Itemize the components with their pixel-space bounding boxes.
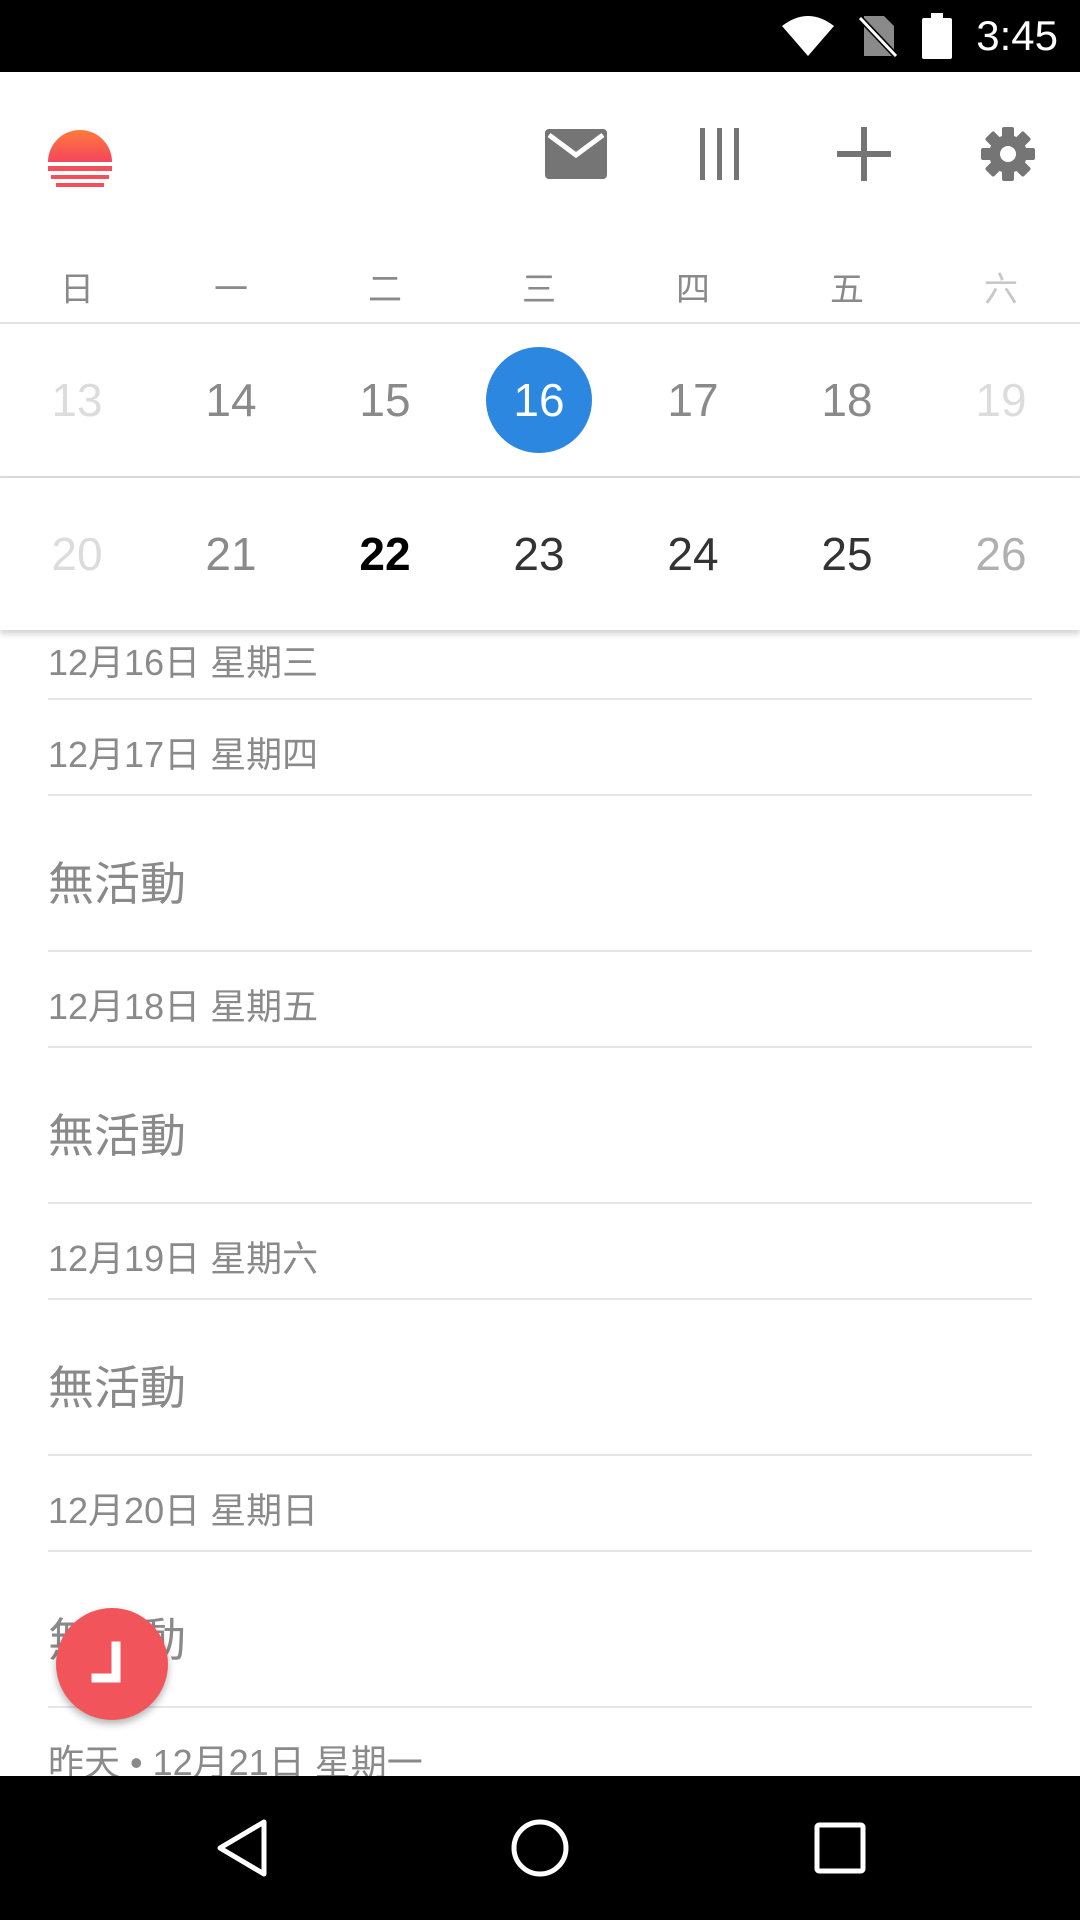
calendar-day[interactable]: 14: [154, 324, 308, 476]
weekday-label: 三: [522, 271, 556, 309]
recents-icon[interactable]: [814, 1822, 866, 1874]
calendar-day[interactable]: 19: [924, 324, 1078, 476]
agenda-date-text: 12月17日 星期四: [48, 734, 319, 775]
calendar-day-selected[interactable]: 16: [462, 324, 616, 476]
home-icon[interactable]: [510, 1818, 570, 1878]
battery-icon: [922, 13, 952, 59]
agenda-list[interactable]: 12月16日 星期三 12月17日 星期四 無活動 12月18日 星期五 無活動…: [0, 632, 1080, 1776]
no-sim-icon: [858, 15, 898, 58]
agenda-date-header[interactable]: 昨天 • 12月21日 星期一: [48, 1708, 1032, 1776]
agenda-event-text: 無活動: [48, 1362, 186, 1414]
calendar-day[interactable]: 24: [616, 478, 770, 630]
back-icon[interactable]: [214, 1818, 270, 1878]
agenda-event-text: 無活動: [48, 1110, 186, 1162]
weekday-label: 日: [60, 271, 94, 309]
calendar-day[interactable]: 25: [770, 478, 924, 630]
weekday-label: 五: [830, 271, 864, 309]
agenda-date-header[interactable]: 12月19日 星期六: [48, 1204, 1032, 1300]
weekday-label: 四: [676, 271, 710, 309]
calendar-day[interactable]: 15: [308, 324, 462, 476]
calendar-day[interactable]: 18: [770, 324, 924, 476]
calendar-week: 20 21 22 23 24 25 26: [0, 478, 1080, 630]
view-columns-icon[interactable]: [698, 128, 742, 180]
calendar-day[interactable]: 23: [462, 478, 616, 630]
status-time: 3:45: [976, 12, 1058, 59]
settings-icon[interactable]: [981, 127, 1035, 181]
agenda-date-header[interactable]: 12月20日 星期日: [48, 1456, 1032, 1552]
agenda-date-header[interactable]: 12月17日 星期四: [48, 700, 1032, 796]
agenda-date-text: 12月18日 星期五: [48, 986, 319, 1027]
calendar-day[interactable]: 20: [0, 478, 154, 630]
agenda-no-events-item[interactable]: 無活動: [48, 1552, 1032, 1708]
mail-icon[interactable]: [545, 129, 607, 179]
calendar-day[interactable]: 26: [924, 478, 1078, 630]
calendar-day[interactable]: 17: [616, 324, 770, 476]
weekday-label: 二: [368, 271, 402, 309]
calendar-day-today[interactable]: 22: [308, 478, 462, 630]
add-icon[interactable]: [837, 127, 891, 181]
agenda-no-events-item[interactable]: 無活動: [48, 796, 1032, 952]
system-nav-bar: [0, 1776, 1080, 1920]
agenda-no-events-item[interactable]: 無活動: [48, 1300, 1032, 1456]
agenda-date-header[interactable]: 12月16日 星期三: [48, 632, 1032, 700]
sunrise-logo-icon[interactable]: [46, 122, 114, 190]
today-icon: [91, 1641, 121, 1683]
calendar-week: 13 14 15 16 17 18 19: [0, 324, 1080, 478]
agenda-date-text: 12月20日 星期日: [48, 1490, 319, 1531]
today-fab-button[interactable]: [56, 1608, 168, 1720]
weekday-header: 日 一 二 三 四 五 六: [0, 260, 1080, 324]
weekday-label: 六: [984, 271, 1018, 309]
agenda-no-events-item[interactable]: 無活動: [48, 1048, 1032, 1204]
agenda-date-text: 12月19日 星期六: [48, 1238, 319, 1279]
agenda-date-text: 昨天 • 12月21日 星期一: [48, 1742, 423, 1776]
status-bar: 3:45: [0, 0, 1080, 72]
agenda-date-header[interactable]: 12月18日 星期五: [48, 952, 1032, 1048]
calendar-day[interactable]: 13: [0, 324, 154, 476]
wifi-icon: [782, 16, 834, 56]
calendar-day[interactable]: 21: [154, 478, 308, 630]
agenda-event-text: 無活動: [48, 858, 186, 910]
weekday-label: 一: [214, 271, 248, 309]
app-header: [0, 72, 1080, 242]
agenda-date-text: 12月16日 星期三: [48, 642, 319, 683]
calendar-day-number: 16: [513, 374, 565, 426]
